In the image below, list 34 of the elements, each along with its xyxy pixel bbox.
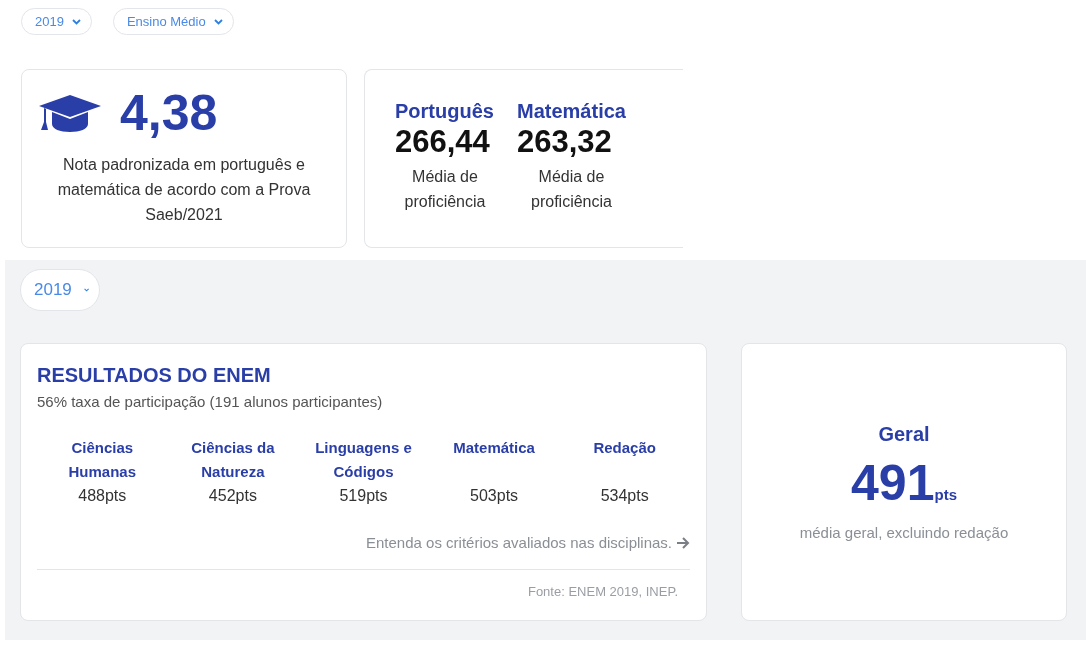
area-score: 488pts	[78, 486, 127, 506]
criteria-link[interactable]: Entenda os critérios avaliados nas disciplinas.	[366, 534, 690, 551]
filter-dropdown[interactable]: 2019	[21, 8, 92, 35]
subject-title: Português	[395, 100, 494, 123]
area-name: Redação	[592, 438, 657, 458]
filter-dropdown[interactable]: Ensino Médio	[112, 8, 234, 35]
enem-title: RESULTADOS DO ENEM	[37, 364, 272, 387]
participation-text: 56% taxa de participação (191 alunos participantes)	[37, 393, 384, 410]
chevron-down-icon	[71, 18, 81, 25]
score-value: 4,38	[120, 84, 218, 142]
area-score: 503pts	[470, 486, 519, 506]
year-dropdown[interactable]: 2019	[20, 269, 100, 311]
area-score: 534pts	[600, 486, 649, 506]
area-score: 519pts	[339, 486, 388, 506]
graduation-cap-icon	[38, 93, 102, 133]
overall-title: Geral	[878, 423, 930, 446]
proficiency-value: 263,32	[517, 124, 612, 160]
overall-caption: média geral, excluindo redação	[799, 524, 1009, 541]
proficiency-value: 266,44	[395, 124, 490, 160]
overall-value: 491	[851, 454, 935, 512]
area-name: Ciências Humanas	[67, 438, 138, 482]
proficiency-caption: Média de proficiência	[530, 167, 613, 212]
arrow-right-icon	[676, 536, 690, 549]
source-note: Fonte: ENEM 2019, INEP.	[527, 584, 678, 599]
area-score: 452pts	[208, 486, 257, 506]
subject-title: Matemática	[517, 100, 626, 123]
unit-label: pts	[934, 486, 957, 503]
area-name: Ciências da Natureza	[190, 438, 276, 482]
area-name: Matemática	[452, 438, 536, 458]
proficiency-caption: Média de proficiência	[403, 167, 487, 212]
chevron-down-icon	[83, 287, 89, 293]
chevron-down-icon	[213, 18, 223, 25]
score-description: Nota padronizada em português e matemática de acordo com a Prova Saeb/2021	[56, 155, 312, 225]
area-name: Linguagens e Códigos	[314, 438, 413, 482]
